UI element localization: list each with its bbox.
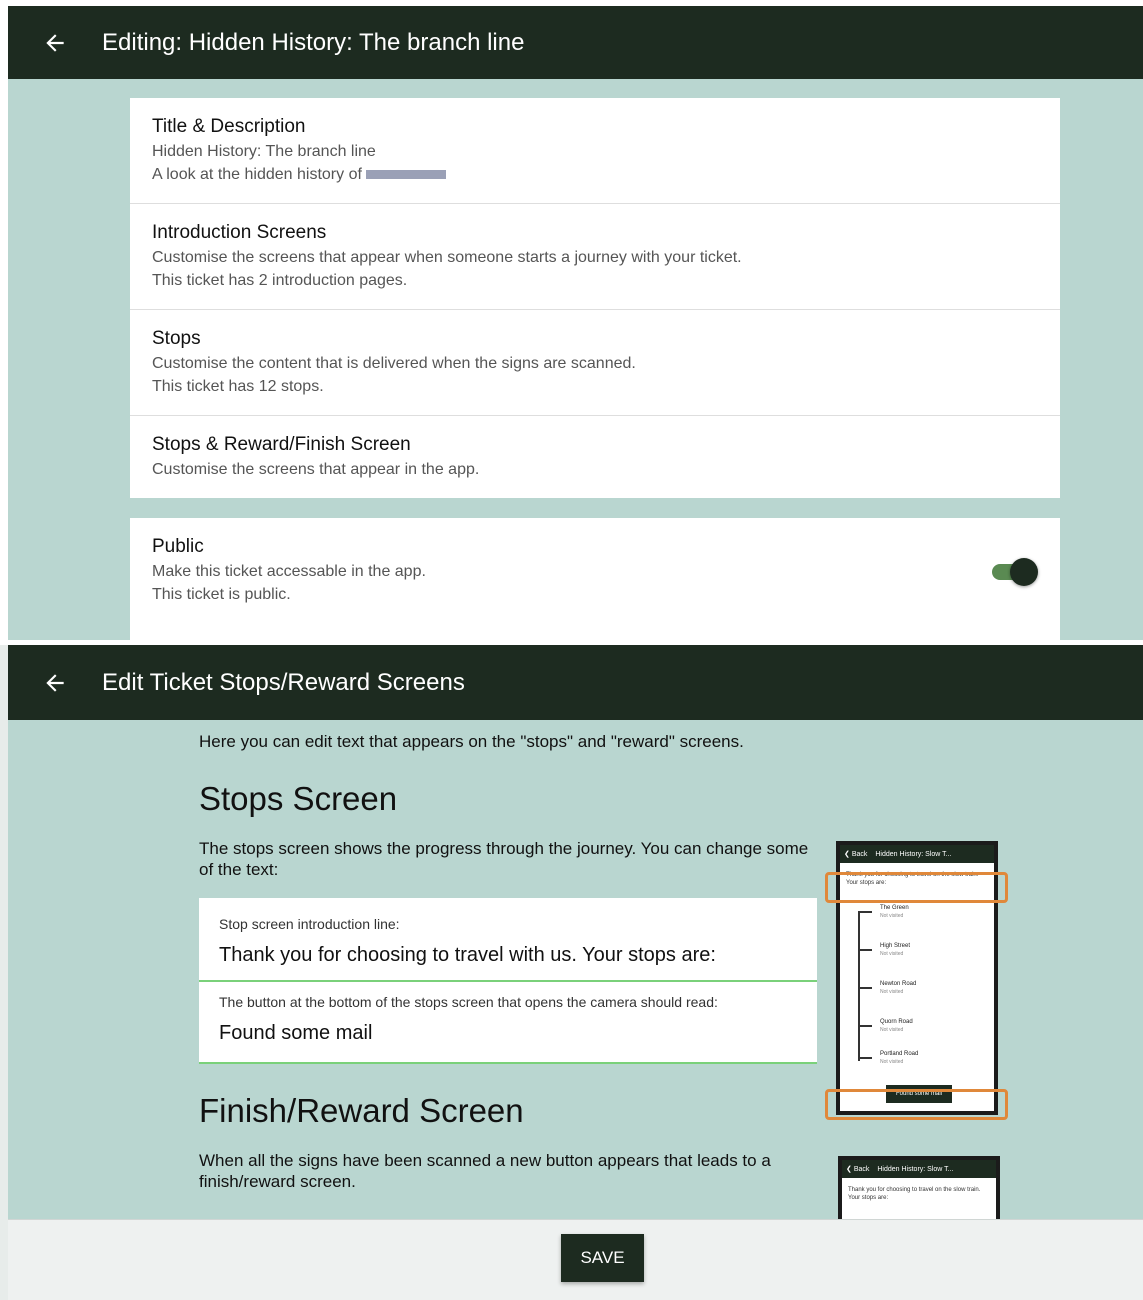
preview-stop-name: High Street	[880, 943, 911, 949]
camera-button-field[interactable]: The button at the bottom of the stops sc…	[199, 982, 817, 1064]
redacted-text	[365, 170, 446, 180]
finish-screen-description: When all the signs have been scanned a n…	[199, 1151, 771, 1191]
menu-item-line: A look at the hidden history of	[152, 166, 362, 183]
preview-stop-tick	[858, 1025, 872, 1027]
highlight-button-box	[825, 1089, 1008, 1120]
preview-stops-list: The Green Not visited High Street Not vi…	[840, 901, 994, 1071]
preview-app-bar: ❮ Back Hidden History: Slow T...	[842, 1160, 996, 1178]
field-label: Stop screen introduction line:	[219, 916, 400, 932]
camera-button-input[interactable]: Found some mail	[219, 1022, 797, 1045]
menu-item-line-row: A look at the hidden history of	[152, 163, 1038, 186]
preview-stop-status: Not visited	[880, 1059, 904, 1065]
menu-item-line: This ticket has 12 stops.	[152, 378, 324, 395]
preview-stop-tick	[858, 1057, 872, 1059]
menu-item-stops[interactable]: Stops Customise the content that is deli…	[130, 310, 1060, 416]
page-title: Editing: Hidden History: The branch line	[102, 28, 525, 56]
field-label: The button at the bottom of the stops sc…	[219, 994, 718, 1010]
public-toggle[interactable]	[990, 558, 1038, 586]
menu-item-line: This ticket has 2 introduction pages.	[152, 272, 408, 289]
public-status: This ticket is public.	[152, 586, 291, 603]
preview-stop: The Green Not visited	[858, 905, 998, 925]
preview-stop-tick	[858, 911, 872, 913]
settings-menu-card: Title & Description Hidden History: The …	[130, 98, 1060, 498]
menu-item-line: Customise the screens that appear when s…	[152, 249, 742, 266]
stops-screen-description: The stops screen shows the progress thro…	[199, 839, 809, 879]
preview-stop-status: Not visited	[880, 1027, 904, 1033]
preview-title: Hidden History: Slow T...	[877, 1165, 954, 1173]
app-bar: Edit Ticket Stops/Reward Screens	[8, 645, 1143, 720]
menu-item-line: Hidden History: The branch line	[152, 143, 376, 160]
intro-line-input[interactable]: Thank you for choosing to travel with us…	[219, 944, 797, 967]
preview-stop: High Street Not visited	[858, 943, 998, 963]
preview-stop-name: Quorn Road	[880, 1019, 913, 1025]
preview-title: Hidden History: Slow T...	[875, 850, 952, 858]
window-edge	[0, 6, 8, 640]
preview-back-label: ❮ Back	[846, 1166, 870, 1173]
preview-intro: Thank you for choosing to travel on the …	[848, 1187, 981, 1201]
ticket-editor-screen: Editing: Hidden History: The branch line…	[0, 6, 1143, 640]
preview-stop: Newton Road Not visited	[858, 981, 998, 1001]
preview-app-bar: ❮ Back Hidden History: Slow T...	[840, 845, 994, 863]
back-arrow-icon[interactable]	[38, 666, 72, 700]
back-arrow-icon[interactable]	[38, 26, 72, 60]
window-edge	[0, 645, 8, 1300]
stops-text-form: Stop screen introduction line: Thank you…	[199, 898, 817, 1064]
page-title: Edit Ticket Stops/Reward Screens	[102, 668, 465, 696]
public-description: Make this ticket accessable in the app.	[152, 563, 426, 580]
intro-text: Here you can edit text that appears on t…	[199, 732, 744, 751]
public-title: Public	[152, 536, 204, 557]
menu-item-introduction-screens[interactable]: Introduction Screens Customise the scree…	[130, 204, 1060, 310]
preview-stop-status: Not visited	[880, 989, 904, 995]
toggle-knob	[1010, 558, 1038, 586]
public-setting-item: Public Make this ticket accessable in th…	[130, 518, 1060, 624]
stops-reward-editor-screen: Edit Ticket Stops/Reward Screens Here yo…	[0, 645, 1143, 1300]
preview-stop-status: Not visited	[880, 913, 904, 919]
menu-item-title: Stops	[152, 328, 201, 349]
save-button[interactable]: SAVE	[561, 1234, 644, 1282]
footer-bar: SAVE	[8, 1219, 1143, 1300]
highlight-intro-box	[825, 872, 1008, 903]
stops-screen-heading: Stops Screen	[199, 780, 398, 817]
menu-item-title: Stops & Reward/Finish Screen	[152, 434, 411, 455]
preview-stop: Quorn Road Not visited	[858, 1019, 998, 1039]
preview-stop-tick	[858, 949, 872, 951]
preview-stop-name: Portland Road	[880, 1051, 919, 1057]
menu-item-title: Introduction Screens	[152, 222, 327, 243]
menu-item-stops-reward-finish[interactable]: Stops & Reward/Finish Screen Customise t…	[130, 416, 1060, 498]
app-bar: Editing: Hidden History: The branch line	[8, 6, 1143, 79]
public-setting-card: Public Make this ticket accessable in th…	[130, 518, 1060, 640]
preview-stop-name: The Green	[880, 905, 909, 911]
preview-stop-tick	[858, 987, 872, 989]
intro-line-field[interactable]: Stop screen introduction line: Thank you…	[199, 898, 817, 982]
preview-stop-status: Not visited	[880, 951, 904, 957]
menu-item-line: Customise the screens that appear in the…	[152, 461, 480, 478]
menu-item-line: Customise the content that is delivered …	[152, 355, 636, 372]
menu-item-title-description[interactable]: Title & Description Hidden History: The …	[130, 98, 1060, 204]
preview-stop: Portland Road Not visited	[858, 1051, 998, 1071]
preview-stop-name: Newton Road	[880, 981, 917, 987]
preview-back-label: ❮ Back	[844, 851, 868, 858]
menu-item-title: Title & Description	[152, 116, 306, 137]
